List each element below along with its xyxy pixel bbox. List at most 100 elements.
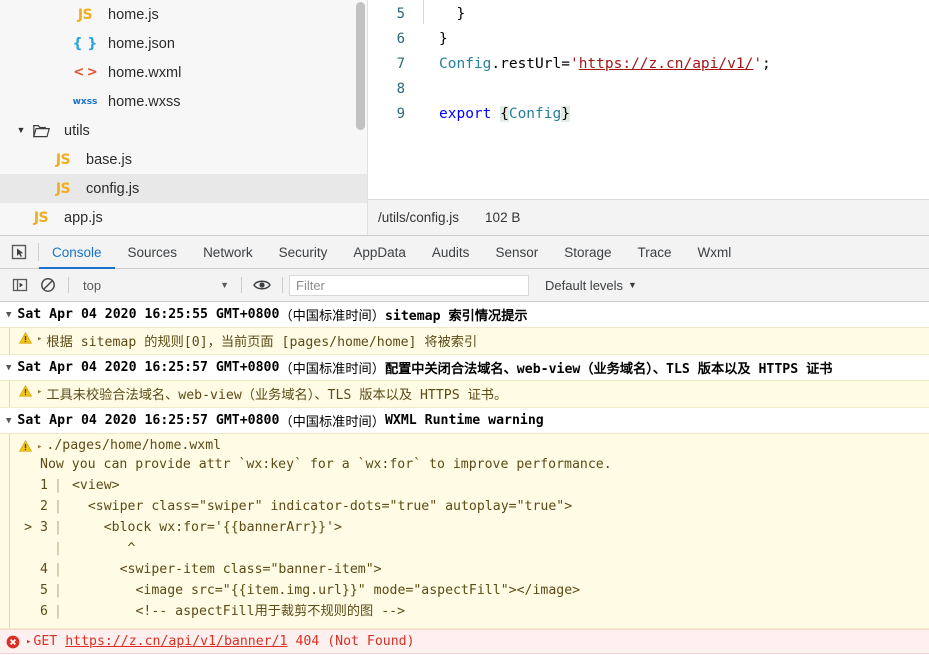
js-file-icon: JS xyxy=(33,209,49,226)
console-messages[interactable]: ▼ Sat Apr 04 2020 16:25:55 GMT+0800 （中国标准… xyxy=(0,302,929,655)
warning-icon xyxy=(19,332,32,344)
code-text: } xyxy=(415,0,465,27)
chevron-down-icon: ▼ xyxy=(628,280,637,290)
editor-file-path: /utils/config.js xyxy=(378,210,460,225)
console-sidebar-icon[interactable] xyxy=(6,277,34,293)
code-line[interactable]: 8 xyxy=(368,77,929,102)
filterbar-divider-3 xyxy=(282,277,283,293)
code-editor[interactable]: 5 } 6} 7 Config.restUrl='https://z.cn/api/v… xyxy=(368,0,929,235)
code-text: export {Config} xyxy=(415,102,570,127)
code-lines[interactable]: 5 } 6} 7 Config.restUrl='https://z.cn/api/v… xyxy=(368,0,929,199)
file-tree-item[interactable]: JS app.js xyxy=(0,203,367,232)
file-tree-item[interactable]: JS config.js xyxy=(0,174,367,203)
tab-network[interactable]: Network xyxy=(190,236,266,268)
tab-trace[interactable]: Trace xyxy=(625,236,685,268)
file-tree-panel[interactable]: JS home.js { } home.json < > home.wxml wxss hom… xyxy=(0,0,368,235)
wxml-gutter-bar: | xyxy=(54,541,62,556)
file-tree-item[interactable]: < > home.wxml xyxy=(0,58,367,87)
tab-label: Sensor xyxy=(495,244,539,260)
console-group-header[interactable]: ▼ Sat Apr 04 2020 16:25:55 GMT+0800 （中国标准… xyxy=(0,302,929,328)
console-error-text: GET https://z.cn/api/v1/banner/1 404 (No… xyxy=(33,634,414,649)
code-token: Config xyxy=(508,106,562,122)
expand-arrow-icon[interactable]: ▸ xyxy=(37,442,42,452)
file-tree-item[interactable]: JS base.js xyxy=(0,145,367,174)
tab-audits[interactable]: Audits xyxy=(419,236,483,268)
code-text: Config.restUrl='https://z.cn/api/v1/'; xyxy=(415,52,771,77)
json-file-icon: { } xyxy=(72,35,98,52)
file-tree-item-label: home.json xyxy=(108,35,175,52)
expand-arrow-icon[interactable]: ▸ xyxy=(37,387,42,397)
wxml-code-text: <swiper class="swiper" indicator-dots="t… xyxy=(71,499,573,514)
expand-arrow-icon[interactable]: ▸ xyxy=(26,637,31,647)
console-group-header[interactable]: ▼ Sat Apr 04 2020 16:25:57 GMT+0800 （中国标准… xyxy=(0,408,929,434)
wxml-warning-block[interactable]: ▸ ./pages/home/home.wxml Now you can provi… xyxy=(0,434,929,629)
console-group-timezone: （中国标准时间） xyxy=(279,362,385,377)
tab-sources[interactable]: Sources xyxy=(115,236,191,268)
console-filter-bar: top ▼ Default levels ▼ xyxy=(0,269,929,302)
console-group-timestamp: Sat Apr 04 2020 16:25:57 GMT+0800 xyxy=(17,360,280,375)
file-tree-item-label: utils xyxy=(64,122,90,139)
error-icon xyxy=(6,635,20,649)
wxml-code-text: <block wx:for='{{bannerArr}}'> xyxy=(71,520,342,535)
code-line[interactable]: 7 Config.restUrl='https://z.cn/api/v1/'; xyxy=(368,52,929,77)
file-tree-item[interactable]: { } home.json xyxy=(0,29,367,58)
wxml-line-number: 1 xyxy=(40,478,48,493)
file-tree-item[interactable]: JS home.js xyxy=(0,0,367,29)
inspect-element-icon[interactable] xyxy=(0,236,38,268)
tab-wxml[interactable]: Wxml xyxy=(685,236,745,268)
console-group-header[interactable]: ▼ Sat Apr 04 2020 16:25:57 GMT+0800 （中国标准… xyxy=(0,355,929,381)
console-levels-select[interactable]: Default levels ▼ xyxy=(545,278,637,293)
code-line[interactable]: 9 export {Config} xyxy=(368,102,929,127)
code-token[interactable]: https://z.cn/api/v1/ xyxy=(579,56,754,72)
chevron-down-icon[interactable]: ▼ xyxy=(14,126,28,135)
console-filter-input[interactable] xyxy=(289,274,529,296)
code-line[interactable]: 6} xyxy=(368,27,929,52)
js-file-icon: JS xyxy=(55,180,71,197)
warning-icon xyxy=(19,440,32,452)
file-tree-item-label: home.wxss xyxy=(108,93,181,110)
tab-console[interactable]: Console xyxy=(39,236,115,269)
clear-console-icon[interactable] xyxy=(34,277,62,293)
file-tree-scrollbar[interactable] xyxy=(356,2,365,130)
code-token: ' xyxy=(569,56,579,72)
tab-label: Security xyxy=(278,244,328,260)
tab-label: Wxml xyxy=(697,244,732,260)
wxml-gutter-bar: | xyxy=(54,562,62,577)
console-levels-label: Default levels xyxy=(545,277,624,293)
wxml-code-line: 1 | <view> xyxy=(14,475,929,496)
folder-icon xyxy=(28,124,54,138)
file-tree-item[interactable]: wxss home.wxss xyxy=(0,87,367,116)
wxml-line-number: 5 xyxy=(40,583,48,598)
editor-area: JS home.js { } home.json < > home.wxml wxss hom… xyxy=(0,0,929,235)
wxml-code-line: 2 | <swiper class="swiper" indicator-dots… xyxy=(14,496,929,517)
console-context-select[interactable]: top ▼ xyxy=(75,278,235,293)
chevron-down-icon[interactable]: ▼ xyxy=(6,310,11,320)
filterbar-divider-1 xyxy=(68,277,69,293)
console-warning-row[interactable]: ▸ 工具未校验合法域名、web-view（业务域名）、TLS 版本以及 HTTPS… xyxy=(0,381,929,408)
file-tree-item-label: home.wxml xyxy=(108,64,182,81)
code-line[interactable]: 5 } xyxy=(368,0,929,27)
wxml-file-path: ./pages/home/home.wxml xyxy=(46,438,222,453)
wxml-gutter-bar: | xyxy=(54,520,62,535)
js-file-icon: JS xyxy=(55,151,71,168)
wxml-warning-description: Now you can provide attr `wx:key` for a … xyxy=(40,457,612,472)
tab-storage[interactable]: Storage xyxy=(551,236,624,268)
wxml-code-text: <image src="{{item.img.url}}" mode="aspe… xyxy=(71,583,581,598)
tab-security[interactable]: Security xyxy=(266,236,341,268)
tab-appdata[interactable]: AppData xyxy=(340,236,419,268)
file-tree-item-label: base.js xyxy=(86,151,132,168)
file-tree-item[interactable]: ▼ utils xyxy=(0,116,367,145)
console-group-timezone: （中国标准时间） xyxy=(279,415,385,430)
error-method: GET xyxy=(33,634,66,649)
console-error-row[interactable]: ▸ GET https://z.cn/api/v1/banner/1 404 (N… xyxy=(0,629,929,654)
live-expression-icon[interactable] xyxy=(248,278,276,292)
chevron-down-icon[interactable]: ▼ xyxy=(6,416,11,426)
chevron-down-icon[interactable]: ▼ xyxy=(6,363,11,373)
expand-arrow-icon[interactable]: ▸ xyxy=(37,334,42,344)
console-warning-row[interactable]: ▸ 根据 sitemap 的规则[0]，当前页面 [pages/home/home… xyxy=(0,328,929,355)
line-number: 5 xyxy=(396,6,405,22)
tab-sensor[interactable]: Sensor xyxy=(482,236,551,268)
file-tree-item-label: app.js xyxy=(64,209,103,226)
wxml-gutter-bar: | xyxy=(54,499,62,514)
error-url-link[interactable]: https://z.cn/api/v1/banner/1 xyxy=(65,634,287,649)
